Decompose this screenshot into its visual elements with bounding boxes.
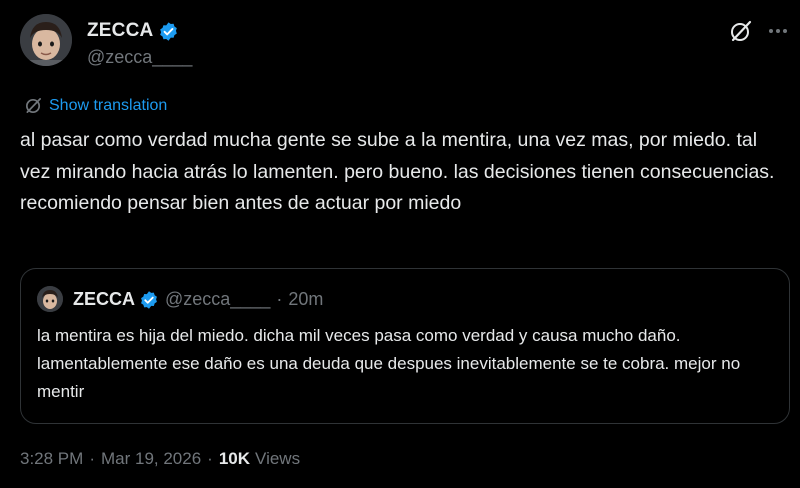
quote-author-name[interactable]: ZECCA	[73, 289, 135, 310]
meta-separator: ·	[207, 449, 213, 468]
tweet-text: al pasar como verdad mucha gente se sube…	[20, 129, 775, 214]
author-display-name[interactable]: ZECCA	[87, 20, 153, 42]
author-name-row: ZECCA	[87, 20, 179, 42]
show-translation-label[interactable]: Show translation	[49, 97, 167, 115]
show-translation-link[interactable]: Show translation	[24, 96, 167, 115]
verified-badge-icon	[139, 290, 159, 310]
views-label[interactable]: Views	[255, 449, 300, 469]
author-avatar[interactable]	[20, 14, 72, 66]
quote-author-avatar[interactable]	[37, 286, 63, 312]
grok-icon[interactable]	[728, 18, 754, 44]
meta-separator: ·	[89, 449, 95, 468]
quote-separator: ·	[276, 289, 283, 309]
quoted-tweet[interactable]: ZECCA @zecca____ · 20m la mentira es hij…	[20, 268, 790, 424]
views-count[interactable]: 10K	[219, 449, 250, 469]
tweet-time[interactable]: 3:28 PM	[20, 449, 83, 469]
quote-text: la mentira es hija del miedo. dicha mil …	[37, 326, 741, 401]
quote-timestamp[interactable]: 20m	[288, 289, 323, 310]
tweet-date[interactable]: Mar 19, 2026	[101, 449, 201, 469]
translate-icon	[24, 96, 43, 115]
more-options-icon[interactable]	[765, 18, 791, 44]
author-handle[interactable]: @zecca____	[87, 47, 192, 68]
quote-header: ZECCA @zecca____ · 20m	[73, 289, 323, 310]
quote-author-handle[interactable]: @zecca____	[165, 289, 270, 310]
verified-badge-icon	[158, 21, 179, 42]
tweet-meta: 3:28 PM · Mar 19, 2026 · 10K Views	[20, 449, 300, 469]
